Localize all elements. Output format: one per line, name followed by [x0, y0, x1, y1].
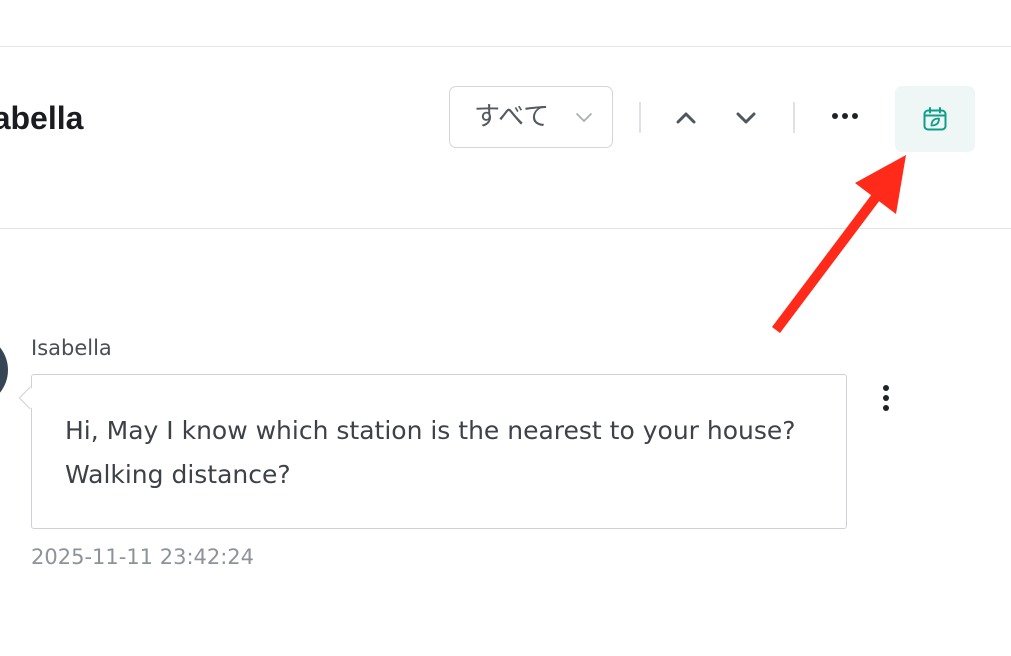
message-options-button[interactable]	[868, 378, 904, 418]
header-divider	[639, 102, 641, 133]
chevron-up-icon	[676, 112, 696, 124]
previous-message-button[interactable]	[666, 98, 706, 138]
filter-selected-value: すべて	[474, 102, 550, 132]
message-text-line: Hi, May I know which station is the near…	[65, 416, 796, 445]
message-filter-select[interactable]: すべて	[449, 86, 613, 148]
chevron-down-icon	[736, 112, 756, 124]
more-options-button[interactable]	[825, 96, 865, 136]
chevron-down-icon	[574, 108, 594, 128]
schedule-button[interactable]	[895, 86, 975, 152]
header-divider	[793, 102, 795, 133]
top-divider	[0, 46, 1011, 47]
message-text-line: Walking distance?	[65, 460, 291, 489]
next-message-button[interactable]	[726, 98, 766, 138]
more-vertical-icon	[883, 385, 889, 411]
message-sender-name: Isabella	[31, 336, 112, 360]
message-timestamp: 2025-11-11 23:42:24	[31, 545, 255, 569]
message-text: Hi, May I know which station is the near…	[65, 409, 835, 497]
header-bottom-divider	[0, 228, 1011, 229]
avatar	[0, 334, 8, 406]
conversation-title: Isabella	[0, 100, 84, 136]
chat-page: Isabella すべて	[0, 0, 1011, 656]
calendar-icon	[923, 107, 947, 131]
more-horizontal-icon	[832, 113, 858, 119]
